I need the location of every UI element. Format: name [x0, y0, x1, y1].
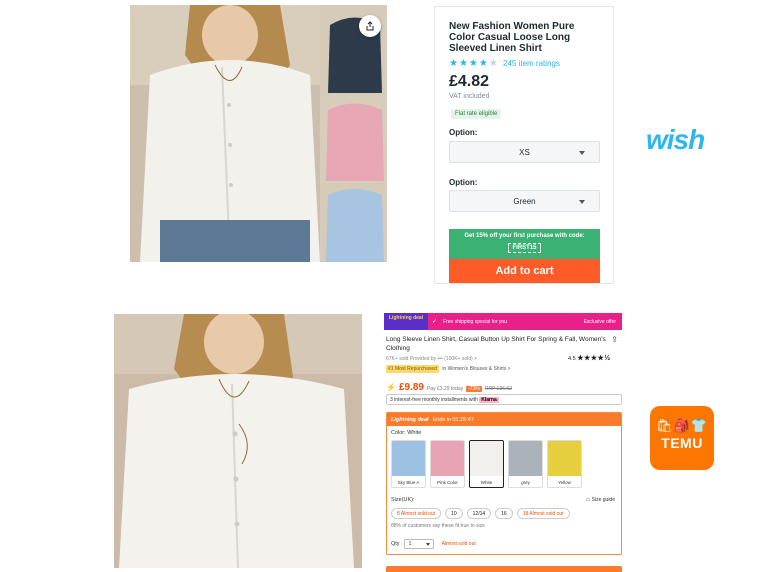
- option-select-color-value: Green: [513, 196, 536, 206]
- installments-text: 3 interest-free monthly installments wit…: [390, 397, 478, 403]
- lightning-deal-banner: Lightning deal ✓ Free shipping special f…: [384, 313, 622, 330]
- size-option-16[interactable]: 16: [495, 508, 513, 519]
- size-option-8[interactable]: 8 Almost sold out: [391, 508, 442, 519]
- rating-stars: ★★★★★: [449, 58, 499, 69]
- temu-logo-icons: 🛍🎒👕: [656, 418, 708, 433]
- swatch-image: [548, 441, 581, 476]
- swatch-label: White: [480, 480, 493, 485]
- option-label-2: Option:: [449, 178, 478, 187]
- swatch-yellow[interactable]: Yellow: [547, 440, 582, 488]
- price-row: ⚡ £9.89 Pay £3.29 today -73% RRP £36.62: [386, 382, 512, 393]
- quantity-value: 1: [408, 541, 412, 547]
- size-option-10[interactable]: 10: [445, 508, 463, 519]
- qty-label: Qty: [391, 541, 400, 547]
- share-button[interactable]: [359, 15, 381, 37]
- deal-timer: Ends in 01:25:47: [432, 416, 474, 423]
- chevron-down-icon: [579, 200, 585, 204]
- temu-logo-text: TEMU: [661, 435, 703, 451]
- promo-banner: Get 15% off your first purchase with cod…: [449, 229, 600, 259]
- swatch-image: [470, 441, 503, 476]
- swatch-pink[interactable]: Pink Color: [430, 440, 465, 488]
- rating[interactable]: 4.5 ★★★★½: [568, 354, 611, 362]
- product-price: £9.89: [398, 382, 424, 393]
- lightning-deal-tag: Lightning deal: [384, 313, 428, 330]
- product-title: New Fashion Women Pure Color Casual Loos…: [449, 21, 575, 54]
- size-guide-label: Size guide: [591, 497, 615, 503]
- color-label: Color: White: [391, 430, 422, 436]
- temu-logo: 🛍🎒👕 TEMU: [650, 406, 714, 470]
- klarna-badge: Klarna: [479, 397, 499, 403]
- sold-count[interactable]: 67K+ sold Provided by ••• (100K+ sold) >: [386, 356, 477, 362]
- swatch-image: [392, 441, 425, 476]
- swatch-label: grey: [521, 480, 530, 485]
- bestseller-category: in Women's Blouses & Shirts >: [442, 366, 511, 372]
- swatch-label: Yellow: [558, 480, 571, 485]
- add-to-cart-strip[interactable]: [386, 566, 622, 572]
- size-option-label: 10: [451, 510, 457, 517]
- lightning-deal-title: Lightning deal: [391, 416, 429, 423]
- swatch-sky-blue[interactable]: Sky Blue A: [391, 440, 426, 488]
- swatch-image: [431, 441, 464, 476]
- lightning-deal-box: Lightning deal Ends in 01:25:47 Color: W…: [386, 412, 622, 555]
- wish-logo: wish: [646, 124, 705, 155]
- fit-note: 88% of customers say these fit true to s…: [391, 523, 485, 529]
- option-select-size[interactable]: XS: [449, 141, 600, 163]
- pay-today-text: Pay £3.29 today: [427, 386, 464, 392]
- product-title: Long Sleeve Linen Shirt, Casual Button U…: [386, 336, 606, 352]
- rrp-price: RRP £36.62: [484, 386, 512, 392]
- lightning-deal-header: Lightning deal Ends in 01:25:47: [387, 413, 621, 426]
- size-option-label: 18 Almost sold out: [522, 510, 564, 517]
- color-swatches: Sky Blue A Pink Color White grey Yellow: [391, 440, 582, 488]
- rating-stars-filled: ★★★★: [449, 58, 489, 69]
- share-icon: [366, 21, 374, 31]
- discount-badge: -73%: [466, 386, 482, 392]
- temu-product-panel: Lightning deal ✓ Free shipping special f…: [384, 313, 624, 572]
- lightning-icon: ⚡: [386, 383, 396, 392]
- swatch-label: Pink Color: [437, 480, 458, 485]
- size-option-12-14[interactable]: 12/14: [466, 508, 492, 519]
- size-options: 8 Almost sold out 10 12/14 16 18 Almost …: [391, 508, 570, 519]
- temu-product-image[interactable]: [114, 314, 362, 568]
- promo-code[interactable]: FIRST15: [508, 243, 541, 253]
- chevron-down-icon: [579, 151, 585, 155]
- ruler-icon: ▭: [585, 497, 591, 503]
- swatch-grey[interactable]: grey: [508, 440, 543, 488]
- rating-stars-empty: ★: [488, 58, 499, 69]
- quantity-row: Qty 1 Almost sold out: [391, 539, 476, 549]
- share-icon[interactable]: ⇪: [611, 335, 618, 344]
- vat-note: VAT included: [449, 93, 490, 100]
- size-label: Size(UK):: [391, 497, 415, 503]
- check-icon: ✓: [432, 319, 438, 325]
- size-option-18[interactable]: 18 Almost sold out: [516, 508, 570, 519]
- free-shipping-text: Free shipping special for you: [443, 318, 507, 325]
- size-option-label: 16: [501, 510, 507, 517]
- wish-shirt-photo: [130, 5, 387, 262]
- rating-stars: ★★★★½: [577, 355, 611, 362]
- exclusive-offer-text: Exclusive offer: [583, 318, 616, 325]
- almost-sold-out-warning: Almost sold out: [441, 541, 476, 547]
- bestseller-row[interactable]: #1 Most Repurchased in Women's Blouses &…: [386, 365, 511, 373]
- option-select-size-value: XS: [519, 147, 530, 157]
- temu-shirt-photo: [114, 314, 362, 568]
- add-to-cart-button[interactable]: Add to cart: [449, 259, 600, 283]
- bestseller-tag: #1 Most Repurchased: [386, 365, 439, 373]
- size-option-label: 8 Almost sold out: [397, 510, 436, 517]
- wish-product-panel: New Fashion Women Pure Color Casual Loos…: [434, 6, 614, 284]
- promo-text: Get 15% off your first purchase with cod…: [464, 233, 585, 239]
- swatch-image: [509, 441, 542, 476]
- rating-count-link[interactable]: 245 item ratings: [503, 59, 560, 68]
- size-guide-link[interactable]: ▭ Size guide: [586, 497, 615, 503]
- size-option-label: 12/14: [472, 510, 486, 517]
- product-price: £4.82: [449, 73, 490, 90]
- rating-value: 4.5: [568, 356, 576, 362]
- option-label-1: Option:: [449, 128, 478, 137]
- swatch-label: Sky Blue A: [397, 480, 420, 485]
- quantity-select[interactable]: 1: [403, 539, 434, 549]
- flat-rate-badge: Flat rate eligible: [451, 109, 502, 119]
- wish-product-image[interactable]: [130, 5, 387, 262]
- option-select-color[interactable]: Green: [449, 190, 600, 212]
- installments-row[interactable]: 3 interest-free monthly installments wit…: [386, 394, 622, 405]
- swatch-white[interactable]: White: [469, 440, 504, 488]
